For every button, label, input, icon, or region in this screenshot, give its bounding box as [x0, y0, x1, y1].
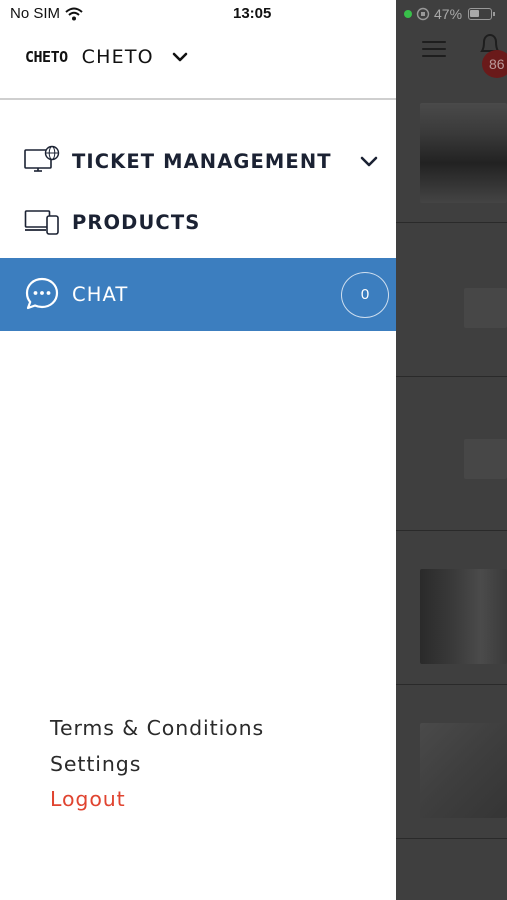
navigation-drawer: No SIM 13:05 CHETO CHETO TICKET MANAGEME… — [0, 0, 396, 900]
battery-percent: 47% — [434, 6, 463, 22]
nav-item-ticket-management[interactable]: TICKET MANAGEMENT — [0, 135, 396, 187]
company-name: CHETO — [81, 46, 154, 68]
privacy-indicator-icon — [404, 10, 412, 18]
company-selector[interactable]: CHETO CHETO — [25, 44, 188, 70]
terms-link[interactable]: Terms & Conditions — [50, 711, 264, 747]
wifi-icon — [65, 7, 83, 20]
carrier-label: No SIM — [10, 5, 61, 22]
nav-label-ticket-management: TICKET MANAGEMENT — [72, 149, 332, 173]
nav-label-chat: CHAT — [72, 283, 129, 306]
orientation-lock-icon — [416, 7, 430, 21]
machine-image — [420, 723, 507, 818]
battery-icon — [468, 8, 496, 20]
status-bar-right: 47% — [396, 0, 507, 28]
menu-icon[interactable] — [422, 41, 446, 57]
chevron-down-icon[interactable] — [359, 155, 379, 169]
settings-link[interactable]: Settings — [50, 747, 264, 783]
background-card — [396, 377, 507, 531]
placeholder-image — [464, 288, 507, 328]
nav-item-chat[interactable]: CHAT 0 — [0, 258, 396, 331]
background-card — [396, 685, 507, 839]
nav-item-products[interactable]: PRODUCTS — [0, 196, 396, 248]
logout-link[interactable]: Logout — [50, 782, 264, 818]
status-time: 13:05 — [233, 5, 272, 22]
carrier-status: No SIM — [10, 5, 83, 22]
background-card — [396, 223, 507, 377]
header-divider — [0, 98, 396, 100]
devices-icon — [24, 210, 59, 235]
chat-bubble-icon — [25, 277, 59, 310]
nav-label-products: PRODUCTS — [72, 210, 201, 234]
placeholder-image — [464, 439, 507, 479]
background-card — [396, 531, 507, 685]
chat-count-badge: 0 — [341, 271, 389, 318]
machine-image — [420, 103, 507, 203]
chevron-down-icon[interactable] — [172, 51, 188, 63]
status-bar: No SIM 13:05 — [0, 0, 396, 28]
background-app: 47% 86 — [396, 0, 507, 900]
footer-links: Terms & Conditions Settings Logout — [50, 711, 264, 818]
company-logo: CHETO — [25, 48, 68, 66]
monitor-globe-icon — [24, 145, 60, 172]
machine-image — [420, 569, 507, 664]
background-card — [396, 80, 507, 223]
notification-badge: 86 — [482, 50, 507, 78]
